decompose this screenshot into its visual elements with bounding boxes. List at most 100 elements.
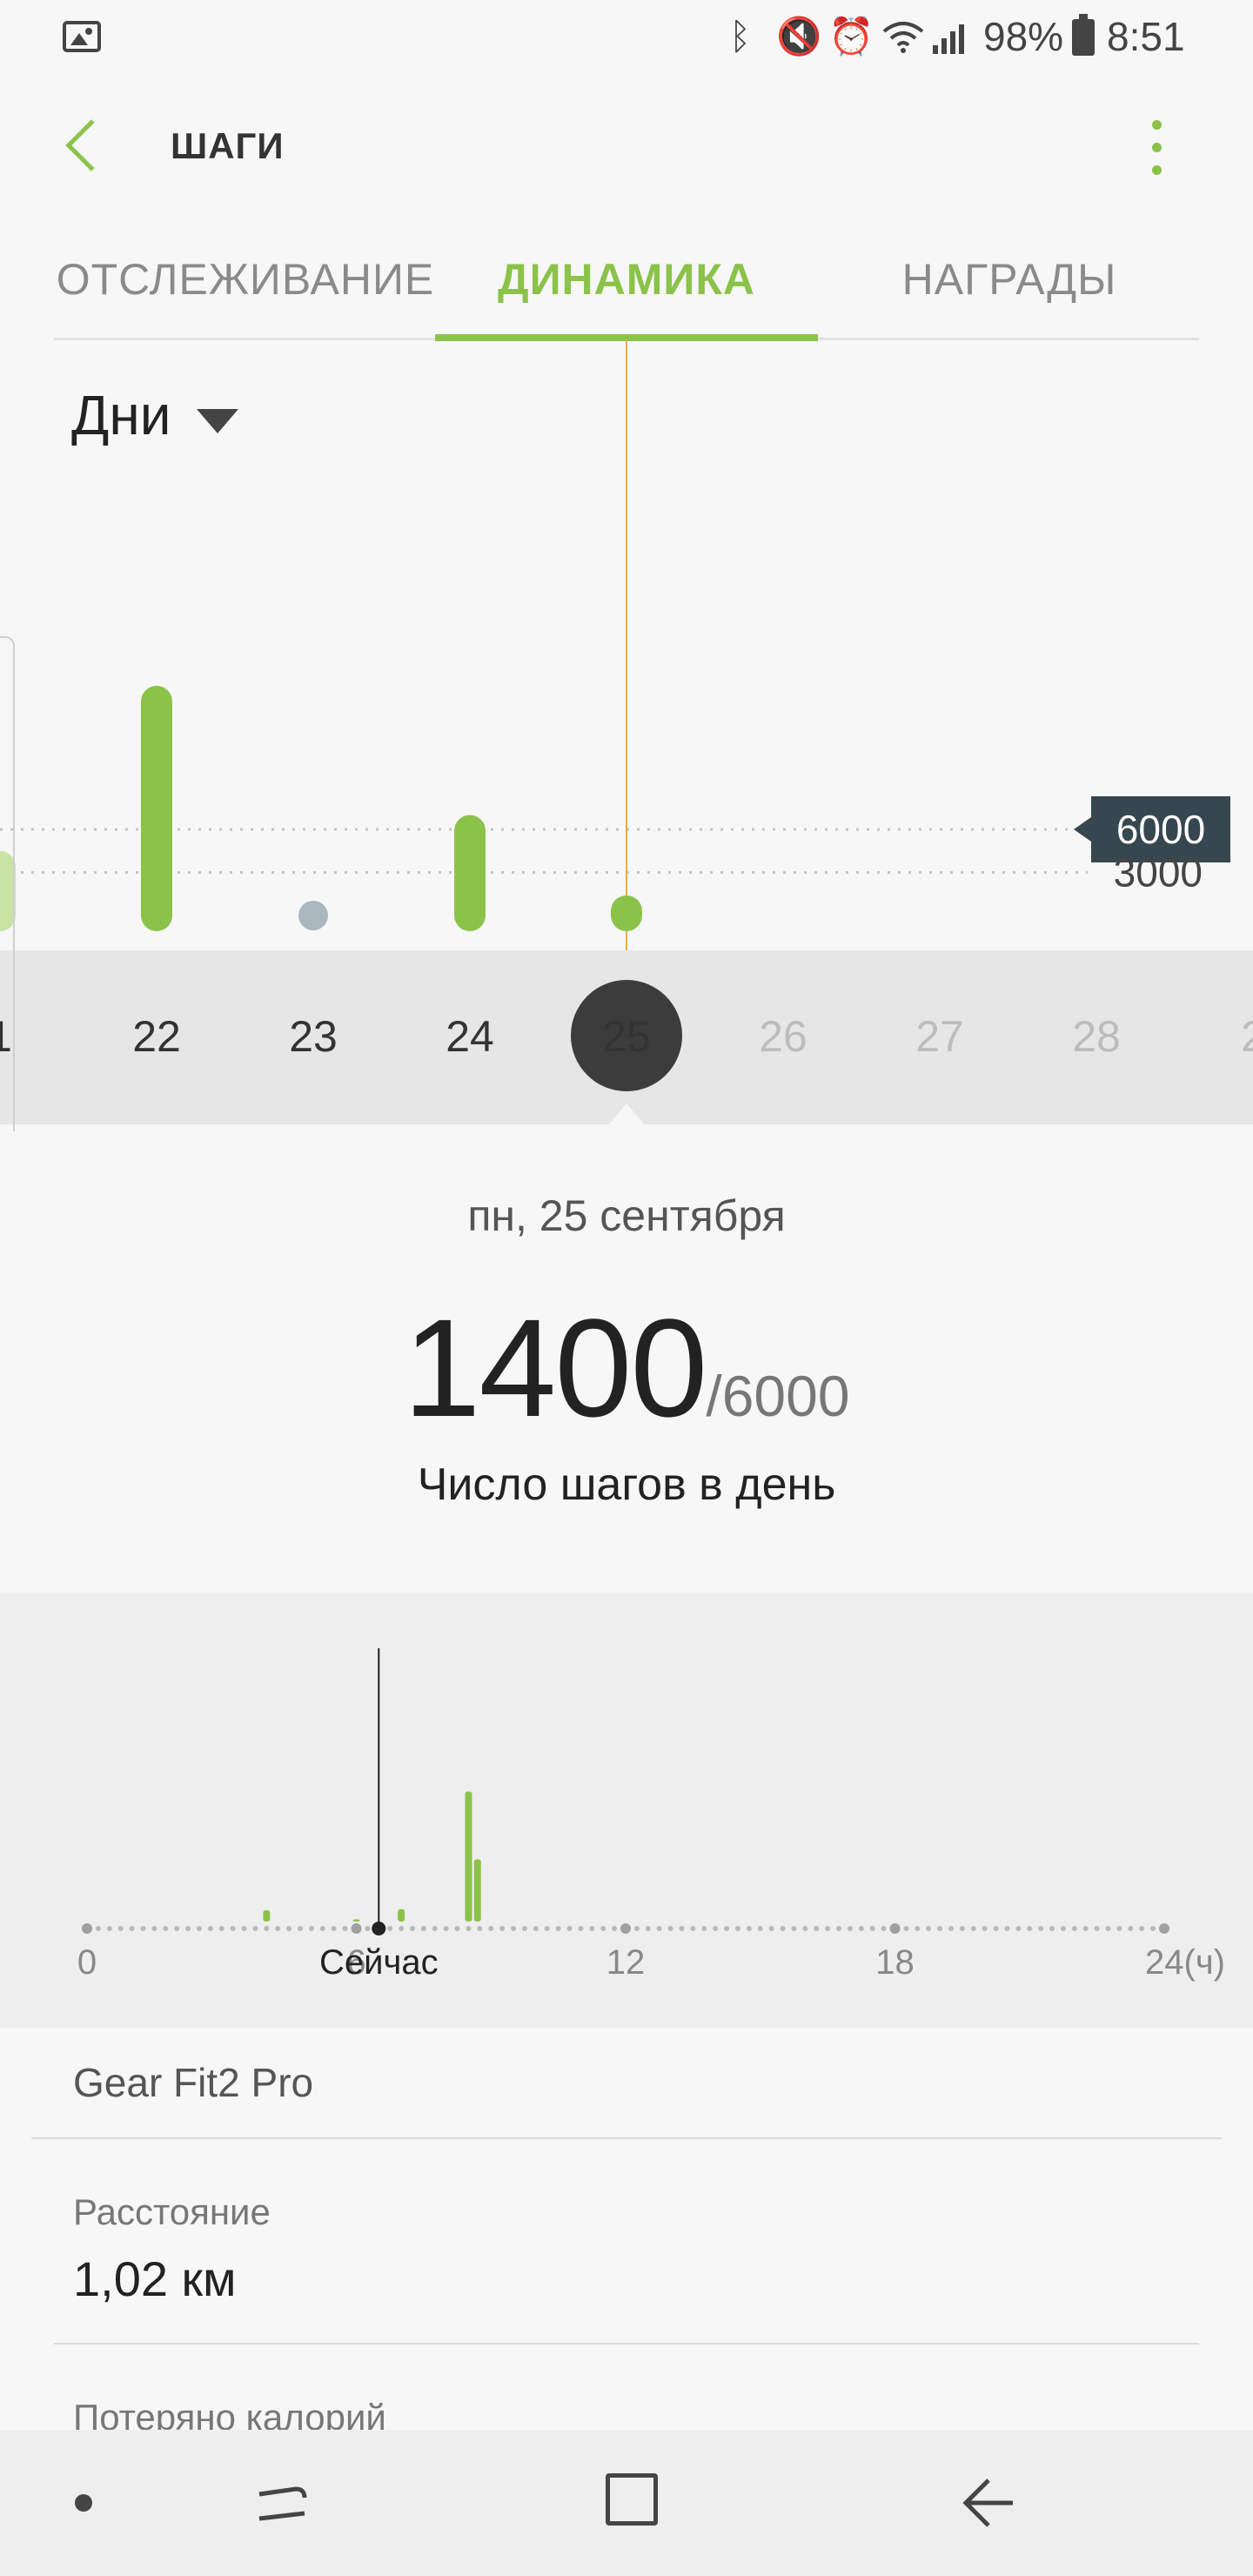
hour-axis-label: 18 <box>875 1943 915 1982</box>
chart-bar <box>454 815 486 931</box>
axis-dot <box>499 1926 506 1931</box>
tab-rewards[interactable]: НАГРАДЫ <box>818 254 1201 306</box>
now-label: Сейчас <box>319 1943 439 1982</box>
goal-label: 6000 <box>1116 807 1205 852</box>
more-options-button[interactable] <box>1131 111 1183 184</box>
axis-dot <box>387 1926 393 1931</box>
clock: 8:51 <box>1107 14 1185 59</box>
hourly-bar <box>263 1910 271 1922</box>
axis-dot <box>948 1926 954 1931</box>
axis-dot <box>420 1926 426 1931</box>
now-dot <box>372 1922 386 1935</box>
axis-dot <box>656 1926 662 1931</box>
axis-dot <box>746 1926 752 1931</box>
device-name: Gear Fit2 Pro <box>73 2060 314 2105</box>
tab-tracking[interactable]: ОТСЛЕЖИВАНИЕ <box>54 254 437 306</box>
axis-dot <box>1150 1926 1156 1931</box>
steps-summary: 1400/6000 <box>0 1288 1253 1448</box>
axis-dot <box>791 1926 797 1931</box>
day-label: 24 <box>446 1012 494 1061</box>
axis-dot <box>95 1926 101 1931</box>
home-button[interactable] <box>606 2473 658 2526</box>
hourly-bar <box>465 1791 472 1922</box>
gallery-icon <box>63 21 101 52</box>
axis-dot <box>1071 1926 1077 1931</box>
hour-axis-label: 12 <box>606 1943 646 1982</box>
hourly-bar <box>398 1909 405 1922</box>
axis-dot <box>982 1926 988 1931</box>
axis-dot <box>129 1926 135 1931</box>
mute-icon: 🔇 <box>776 16 822 57</box>
axis-dot <box>521 1926 527 1931</box>
axis-dot <box>734 1926 740 1931</box>
axis-dot <box>566 1926 573 1931</box>
axis-dot <box>881 1926 887 1931</box>
back-arrow-icon <box>962 2479 1013 2527</box>
day-label: 28 <box>1072 1012 1121 1061</box>
distance-label: Расстояние <box>73 2191 271 2232</box>
axis-dot <box>399 1926 405 1931</box>
period-dropdown[interactable]: Дни <box>71 383 238 461</box>
battery-icon <box>1072 14 1095 56</box>
hour-axis-label: 24(ч) <box>1145 1943 1225 1982</box>
axis-dot <box>454 1926 460 1931</box>
nav-back-button[interactable] <box>957 2473 1018 2534</box>
axis-tick <box>82 1923 92 1934</box>
day-label: 23 <box>289 1012 338 1061</box>
axis-dot <box>477 1926 483 1931</box>
more-vert-dot <box>1152 165 1162 175</box>
recent-apps-button[interactable] <box>252 2473 313 2534</box>
axis-dot <box>633 1926 640 1931</box>
axis-dot <box>847 1926 853 1931</box>
axis-dot <box>286 1926 292 1931</box>
day-label: 26 <box>759 1012 807 1061</box>
more-vert-dot <box>1152 143 1162 152</box>
axis-dot <box>589 1926 595 1931</box>
axis-dot <box>1082 1926 1089 1931</box>
nav-dot-button[interactable] <box>75 2494 92 2512</box>
axis-dot <box>319 1926 325 1931</box>
axis-dot <box>1027 1926 1033 1931</box>
axis-dot <box>645 1926 651 1931</box>
steps-caption: Число шагов в день <box>417 1459 836 1510</box>
axis-dot <box>174 1926 180 1931</box>
day-label: 25 <box>602 1012 651 1061</box>
chart-bar <box>611 895 642 931</box>
axis-dot <box>365 1926 371 1931</box>
hourly-bar <box>352 1919 360 1922</box>
back-button[interactable] <box>50 104 120 191</box>
axis-dot <box>802 1926 808 1931</box>
axis-dot <box>241 1926 247 1931</box>
axis-dot <box>937 1926 943 1931</box>
axis-dot <box>970 1926 976 1931</box>
divider <box>54 2343 1199 2345</box>
distance-value: 1,02 км <box>73 2251 237 2306</box>
recent-apps-icon-line <box>258 2511 305 2521</box>
hourly-steps-chart: 0 6 12 18 24(ч)Сейчас <box>77 1648 1225 1982</box>
axis-dot <box>768 1926 774 1931</box>
axis-dot <box>140 1926 146 1931</box>
axis-dot <box>679 1926 685 1931</box>
recent-apps-icon <box>258 2486 307 2499</box>
tab-trends[interactable]: ДИНАМИКА <box>435 254 818 306</box>
axis-dot <box>331 1926 337 1931</box>
axis-dot <box>533 1926 539 1931</box>
axis-dot <box>218 1926 224 1931</box>
axis-dot <box>230 1926 236 1931</box>
day-label: 2 <box>1241 1012 1253 1061</box>
axis-dot <box>926 1926 932 1931</box>
status-bar: ᛒ 🔇 ⏰ 98% 8:51 <box>0 0 1253 73</box>
axis-dot <box>1038 1926 1044 1931</box>
axis-dot <box>825 1926 831 1931</box>
axis-dot <box>106 1926 112 1931</box>
axis-dot <box>1060 1926 1066 1931</box>
axis-dot <box>555 1926 561 1931</box>
axis-dot <box>409 1926 415 1931</box>
axis-dot <box>1015 1926 1022 1931</box>
axis-tick <box>620 1923 631 1934</box>
axis-dot <box>1094 1926 1100 1931</box>
axis-dot <box>915 1926 921 1931</box>
axis-tick <box>1159 1923 1169 1934</box>
daily-steps-chart[interactable]: 60003000 1 22 23 24 25 26 27 28 2 <box>0 331 1253 1131</box>
axis-dot <box>600 1926 606 1931</box>
